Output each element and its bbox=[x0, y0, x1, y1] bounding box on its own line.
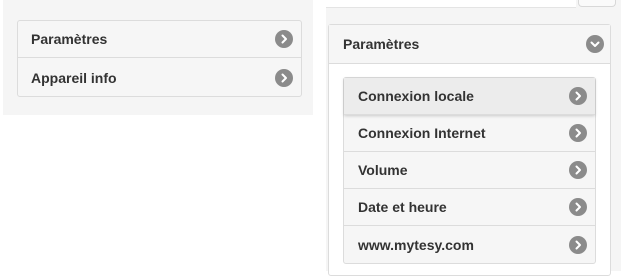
submenu-item-label: Volume bbox=[358, 162, 408, 178]
settings-submenu: Connexion locale Connexion Internet Volu… bbox=[343, 77, 596, 264]
menu-item-parametres[interactable]: Paramètres bbox=[18, 21, 301, 58]
settings-card: Paramètres Connexion locale Connexion In… bbox=[328, 24, 611, 276]
settings-header[interactable]: Paramètres bbox=[329, 25, 610, 64]
submenu-item-volume[interactable]: Volume bbox=[344, 152, 595, 189]
chevron-down-icon bbox=[586, 35, 604, 53]
chevron-right-icon bbox=[569, 198, 587, 216]
menu-item-appareil-info[interactable]: Appareil info bbox=[18, 59, 301, 96]
submenu-item-connexion-internet[interactable]: Connexion Internet bbox=[344, 115, 595, 152]
top-corner-tab bbox=[578, 0, 616, 7]
menu-item-label: Appareil info bbox=[31, 69, 117, 86]
chevron-right-icon bbox=[275, 30, 293, 48]
chevron-right-icon bbox=[569, 124, 587, 142]
left-panel: Paramètres Appareil info bbox=[3, 0, 313, 115]
submenu-item-connexion-locale[interactable]: Connexion locale bbox=[344, 78, 595, 115]
right-panel: Paramètres Connexion locale Connexion In… bbox=[326, 0, 621, 276]
submenu-item-label: Date et heure bbox=[358, 199, 447, 215]
submenu-item-mytesy-link[interactable]: www.mytesy.com bbox=[344, 226, 595, 263]
top-divider bbox=[326, 0, 576, 8]
chevron-right-icon bbox=[569, 161, 587, 179]
chevron-right-icon bbox=[275, 68, 293, 87]
submenu-item-date-et-heure[interactable]: Date et heure bbox=[344, 189, 595, 226]
menu-item-label: Paramètres bbox=[31, 31, 108, 47]
chevron-right-icon bbox=[569, 235, 587, 254]
submenu-item-label: Connexion Internet bbox=[358, 125, 486, 141]
submenu-item-label: www.mytesy.com bbox=[358, 236, 474, 253]
left-menu-card: Paramètres Appareil info bbox=[17, 20, 302, 97]
chevron-right-icon bbox=[569, 87, 587, 105]
submenu-item-label: Connexion locale bbox=[358, 88, 474, 104]
settings-header-label: Paramètres bbox=[343, 36, 420, 52]
